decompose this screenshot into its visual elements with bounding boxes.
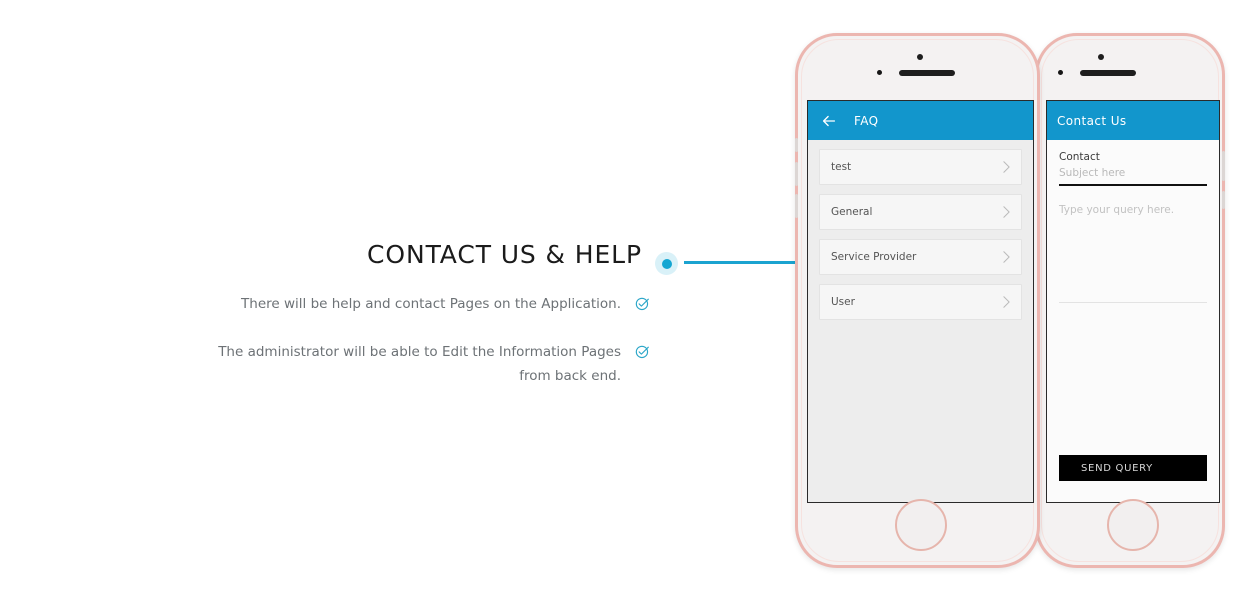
front-camera-icon	[1098, 54, 1104, 60]
send-query-button[interactable]: SEND QUERY	[1059, 455, 1207, 481]
faq-item-label: General	[831, 206, 873, 218]
phone-mockup-faq: FAQ test General Service Provider User	[795, 33, 1040, 568]
annotation-block: CONTACT US & HELP There will be help and…	[150, 240, 650, 412]
annotation-bullet-text: The administrator will be able to Edit t…	[218, 344, 621, 384]
faq-item-label: test	[831, 161, 852, 173]
message-textarea[interactable]: Type your query here.	[1059, 204, 1207, 303]
volume-up-button[interactable]	[795, 162, 798, 186]
faq-item-label: User	[831, 296, 855, 308]
check-circle-icon	[635, 344, 650, 359]
subject-input[interactable]: Subject here	[1059, 167, 1207, 184]
faq-list-item[interactable]: test	[819, 149, 1022, 185]
faq-item-label: Service Provider	[831, 251, 917, 263]
home-button[interactable]	[1107, 499, 1159, 551]
faq-appbar-title: FAQ	[854, 113, 879, 128]
page-title: CONTACT US & HELP	[367, 240, 642, 269]
power-button[interactable]	[1222, 151, 1225, 181]
contact-appbar-title: Contact Us	[1057, 113, 1127, 128]
volume-down-button[interactable]	[795, 194, 798, 218]
faq-list-item[interactable]: User	[819, 284, 1022, 320]
chevron-right-icon	[1002, 250, 1011, 264]
contact-appbar: Contact Us	[1047, 101, 1219, 140]
subject-label: Contact	[1059, 151, 1100, 163]
contact-form: Contact Subject here Type your query her…	[1047, 140, 1219, 502]
front-camera-icon	[917, 54, 923, 60]
annotation-bullet: The administrator will be able to Edit t…	[150, 340, 650, 388]
arrow-left-icon[interactable]	[820, 112, 838, 130]
phone-screen-faq: FAQ test General Service Provider User	[807, 100, 1034, 503]
proximity-sensor-icon	[1058, 70, 1063, 75]
annotation-bullet-text: There will be help and contact Pages on …	[241, 296, 621, 312]
chevron-right-icon	[1002, 160, 1011, 174]
connector-line	[684, 261, 797, 264]
subject-input-underline	[1059, 184, 1207, 186]
earpiece-speaker	[1080, 70, 1136, 76]
connector-dot	[655, 252, 678, 275]
faq-list: test General Service Provider User	[808, 140, 1033, 502]
phone-mockup-contact-us: Contact Us Contact Subject here Type you…	[1035, 33, 1225, 568]
send-query-button-label: SEND QUERY	[1081, 462, 1153, 474]
faq-appbar: FAQ	[808, 101, 1033, 140]
phone-screen-contact-us: Contact Us Contact Subject here Type you…	[1046, 100, 1220, 503]
chevron-right-icon	[1002, 205, 1011, 219]
volume-button[interactable]	[1222, 191, 1225, 209]
check-circle-icon	[635, 296, 650, 311]
annotation-bullet: There will be help and contact Pages on …	[150, 292, 650, 316]
earpiece-speaker	[899, 70, 955, 76]
faq-list-item[interactable]: Service Provider	[819, 239, 1022, 275]
home-button[interactable]	[895, 499, 947, 551]
chevron-right-icon	[1002, 295, 1011, 309]
mute-switch[interactable]	[795, 138, 798, 152]
proximity-sensor-icon	[877, 70, 882, 75]
subject-field-group: Contact Subject here	[1047, 140, 1219, 186]
faq-list-item[interactable]: General	[819, 194, 1022, 230]
message-placeholder: Type your query here.	[1059, 203, 1175, 216]
